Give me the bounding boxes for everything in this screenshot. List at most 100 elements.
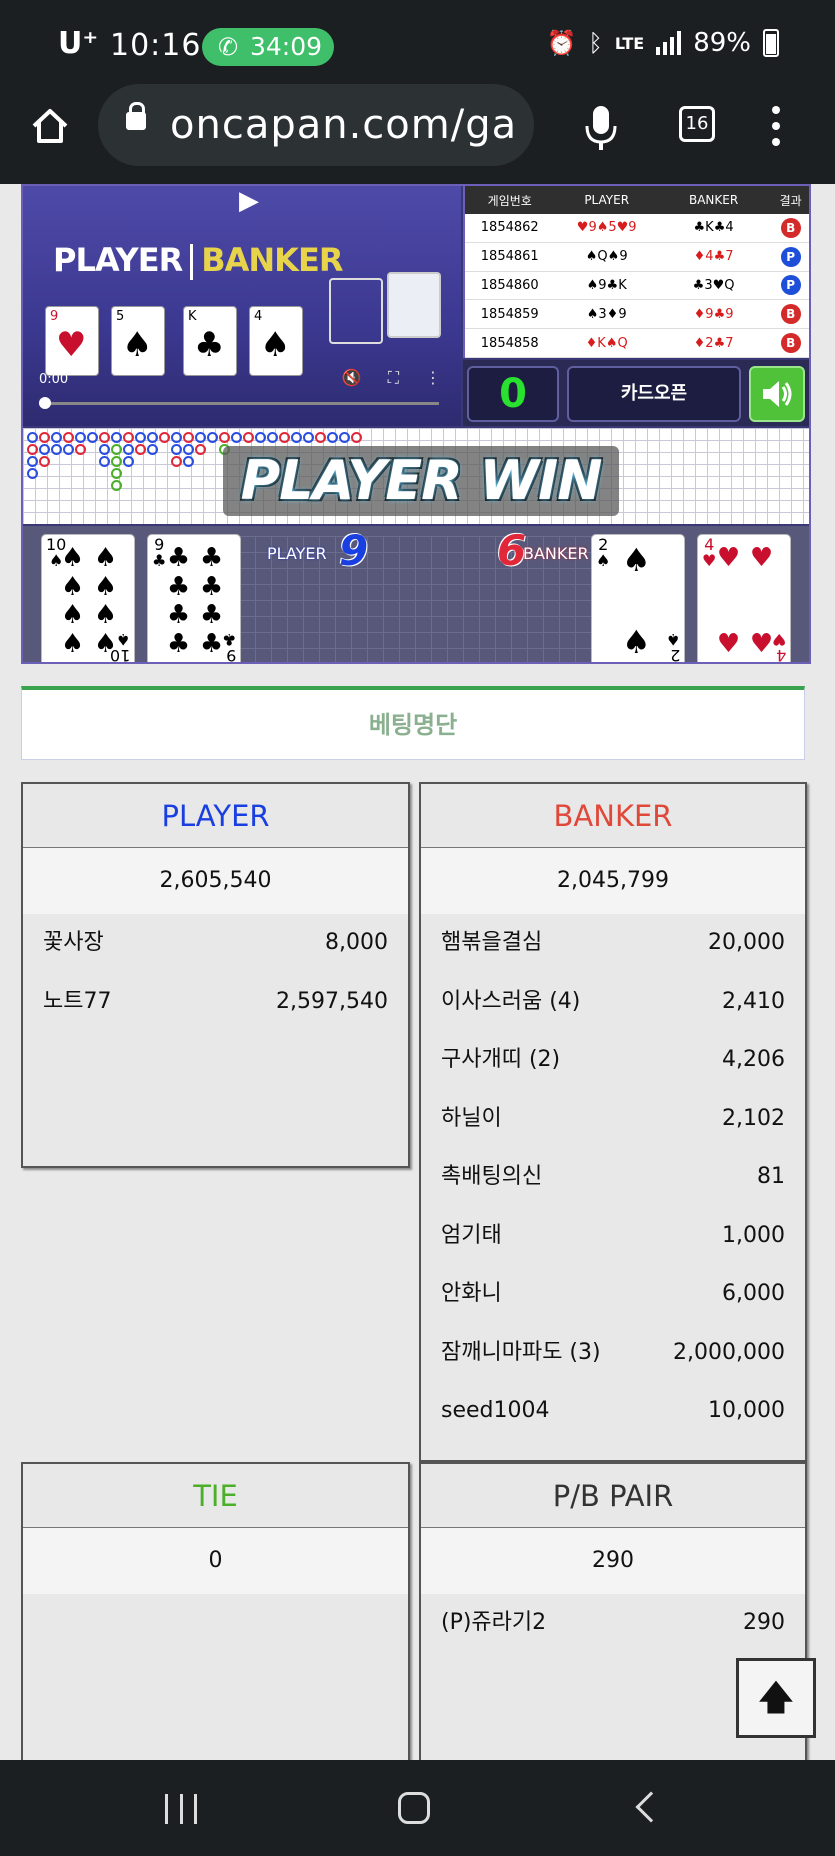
bead-road-marker: [27, 444, 38, 455]
card-shoe: [329, 278, 383, 344]
bead-road-marker: [159, 432, 170, 443]
alarm-icon: ⏰: [546, 29, 577, 57]
mute-icon[interactable]: 🔇: [342, 368, 362, 388]
tie-total: 0: [23, 1528, 408, 1594]
bead-road-marker: [135, 444, 146, 455]
bead-road-marker: [63, 432, 74, 443]
bet-amount: 6,000: [722, 1281, 785, 1306]
fullscreen-icon[interactable]: ⛶: [388, 368, 399, 388]
history-id: 1854860: [480, 277, 539, 293]
status-time: 10:16: [110, 28, 202, 63]
microphone-icon[interactable]: [583, 104, 619, 152]
status-bar: U⁺ 10:16 ✆ 34:09 ⏰ ᛒ LTE 89%: [0, 0, 835, 84]
history-banker: ♦2♣7: [693, 335, 734, 351]
bead-road-marker: [111, 468, 122, 479]
history-player: ♠Q♠9: [585, 249, 628, 265]
bead-road-marker: [111, 456, 122, 467]
banker-bets-panel: BANKER 2,045,799 햄볶을결심 20,000 이사스러움 (4) 2,…: [419, 782, 807, 1462]
video-card: K ♣: [183, 306, 237, 376]
history-col-result: 결과: [779, 193, 802, 208]
play-icon[interactable]: ▶: [219, 186, 279, 224]
banker-panel-title: BANKER: [421, 784, 805, 848]
game-history-table: 게임번호 PLAYER BANKER 결과 1854862 ♥9♠5♥9 ♣K♣…: [463, 186, 809, 358]
bead-road-marker: [51, 432, 62, 443]
video-progress[interactable]: [39, 397, 439, 409]
bead-road-marker: [123, 444, 134, 455]
player-card-1: 10 ♠ ♠ ♠ ♠ ♠ ♠ ♠ ♠ ♠ 10 ♠: [41, 534, 135, 662]
home-button-icon[interactable]: [398, 1792, 430, 1824]
recent-apps-icon[interactable]: [165, 1794, 197, 1824]
signal-icon: [656, 31, 682, 55]
bet-amount: 8,000: [325, 930, 388, 955]
history-id: 1854858: [480, 335, 539, 351]
pair-panel-title: P/B PAIR: [421, 1464, 805, 1528]
bead-road-marker: [123, 432, 134, 443]
result-badge: B: [780, 304, 801, 325]
result-badge: P: [780, 246, 801, 267]
list-item: 햄볶을결심 20,000: [421, 928, 805, 987]
history-player: ♦K♠Q: [585, 335, 628, 351]
bead-road-marker: [255, 432, 266, 443]
sound-button[interactable]: [749, 366, 805, 422]
bead-road-marker: [147, 444, 158, 455]
bettor-name: (P)쥬라기2: [441, 1610, 547, 1635]
video-controls: 🔇 ⛶ ⋮: [342, 368, 441, 388]
battery-percent: 89%: [693, 28, 751, 58]
scroll-top-button[interactable]: 🡅: [736, 1658, 816, 1738]
player-panel-title: PLAYER: [23, 784, 408, 848]
player-bet-list: 꽃사장 8,000 노트77 2,597,540: [23, 914, 408, 1045]
lock-icon: [126, 102, 146, 130]
bettor-name: 잠깨니마파도 (3): [441, 1339, 601, 1365]
bead-road-marker: [39, 444, 50, 455]
call-indicator[interactable]: ✆ 34:09: [202, 28, 334, 66]
phone-icon: ✆: [218, 33, 239, 61]
address-bar[interactable]: oncapan.com/ga: [98, 84, 534, 166]
more-menu-icon[interactable]: [772, 106, 782, 154]
list-item: 안화니 6,000: [421, 1279, 805, 1338]
bead-road-marker: [207, 432, 218, 443]
back-icon[interactable]: [635, 1791, 667, 1823]
pair-total: 290: [421, 1528, 805, 1594]
player-score-label: PLAYER: [267, 544, 327, 563]
list-item: 꽃사장 8,000: [23, 928, 408, 987]
video-table-label: PLAYER BANKER: [53, 241, 343, 280]
history-col-id: 게임번호: [487, 193, 532, 208]
bead-road-marker: [75, 444, 86, 455]
countdown: 0: [467, 366, 559, 422]
bead-road-marker: [243, 432, 254, 443]
player-total: 2,605,540: [23, 848, 408, 914]
home-icon[interactable]: [28, 104, 72, 148]
history-player: ♠9♣K: [586, 277, 627, 293]
tie-panel-title: TIE: [23, 1464, 408, 1528]
speaker-icon: [763, 381, 792, 407]
video-card: 5 ♠: [111, 306, 165, 376]
list-item: 하닐이 2,102: [421, 1104, 805, 1163]
progress-handle[interactable]: [39, 397, 51, 409]
live-video[interactable]: ▶ PLAYER BANKER 9 ♥ 5 ♠ K ♣ 4 ♠ 0:00 🔇 ⛶ ⋮: [23, 186, 461, 426]
list-item: 구사개띠 (2) 4,206: [421, 1045, 805, 1104]
player-bets-panel: PLAYER 2,605,540 꽃사장 8,000 노트77 2,597,540: [21, 782, 410, 1168]
system-nav-bar: [0, 1760, 835, 1856]
bead-road-marker: [171, 432, 182, 443]
game-controls: 0 카드오픈: [463, 360, 809, 426]
table-row: 1854862 ♥9♠5♥9 ♣K♣4 B: [465, 214, 809, 243]
bead-road-marker: [135, 432, 146, 443]
video-more-icon[interactable]: ⋮: [425, 368, 441, 388]
network-type: LTE: [614, 33, 645, 53]
bettor-name: 엄기태: [441, 1222, 502, 1248]
card-open-button[interactable]: 카드오픈: [567, 366, 741, 422]
arrow-up-icon: 🡅: [758, 1678, 794, 1718]
betting-list-title: 베팅명단: [21, 686, 805, 760]
bead-road-marker: [195, 432, 206, 443]
bead-road-marker: [99, 444, 110, 455]
tab-count-button[interactable]: 16: [679, 106, 715, 142]
bead-road-marker: [351, 432, 362, 443]
bead-road-marker: [303, 432, 314, 443]
bead-road-marker: [39, 432, 50, 443]
bet-amount: 2,410: [722, 988, 785, 1014]
bead-road-marker: [111, 444, 122, 455]
bead-road-marker: [87, 432, 98, 443]
bead-road-marker: [171, 444, 182, 455]
history-id: 1854862: [480, 220, 539, 236]
card-deck: [387, 272, 441, 338]
